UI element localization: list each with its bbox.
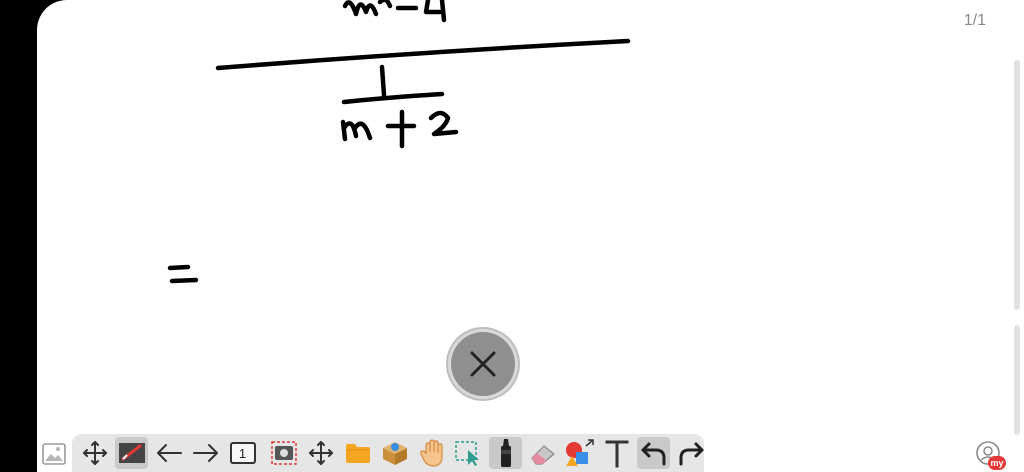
page-number-button[interactable]: 1 (226, 437, 259, 469)
select-tool[interactable] (452, 437, 485, 469)
redo-icon (679, 442, 703, 466)
undo-page-arrow-icon (156, 444, 182, 462)
pen-color-tool[interactable] (115, 437, 148, 469)
eraser-icon (530, 445, 555, 465)
screenshot-icon (270, 441, 297, 465)
text-tool[interactable] (600, 437, 633, 469)
eraser-tool[interactable] (526, 437, 559, 469)
hand-tool[interactable] (415, 437, 448, 469)
undo-button[interactable] (637, 437, 670, 469)
box-icon (382, 442, 407, 465)
undo-icon (641, 442, 665, 466)
text-icon (605, 440, 628, 468)
numerator-m (342, 0, 379, 17)
insert-box-button[interactable] (378, 437, 411, 469)
shapes-icon (565, 439, 594, 466)
next-page-button[interactable] (189, 437, 222, 469)
screenshot-tool[interactable] (267, 437, 300, 469)
main-fraction-bar (215, 38, 631, 71)
image-icon[interactable] (42, 443, 66, 465)
denominator-one (379, 64, 387, 98)
denominator-fraction-bar (341, 91, 445, 105)
move-tool[interactable] (78, 437, 111, 469)
pan-tool[interactable] (304, 437, 337, 469)
pan-icon (308, 441, 333, 465)
redo-page-arrow-icon (192, 444, 218, 462)
close-button[interactable] (451, 332, 515, 396)
select-icon (454, 441, 479, 466)
numerator-four (423, 0, 447, 23)
pen-color-icon (118, 443, 145, 463)
close-icon (470, 351, 496, 377)
my-badge: my (988, 456, 1006, 470)
denominator-m (340, 119, 373, 142)
equals-sign (167, 264, 199, 284)
handwriting-layer (167, 0, 631, 284)
move-icon (82, 441, 107, 465)
open-folder-button[interactable] (341, 437, 374, 469)
folder-icon (345, 444, 370, 463)
page-number-icon: 1 (229, 442, 256, 464)
denominator-two (428, 110, 459, 137)
numerator-exponent (377, 0, 393, 9)
hand-icon (419, 439, 443, 467)
previous-page-button[interactable] (152, 437, 185, 469)
marker-icon (500, 439, 511, 467)
denominator-plus (385, 109, 417, 149)
marker-tool[interactable] (489, 437, 522, 469)
shapes-tool[interactable] (563, 437, 596, 469)
bottom-toolbar: 1 (72, 434, 704, 472)
redo-button[interactable] (674, 437, 707, 469)
